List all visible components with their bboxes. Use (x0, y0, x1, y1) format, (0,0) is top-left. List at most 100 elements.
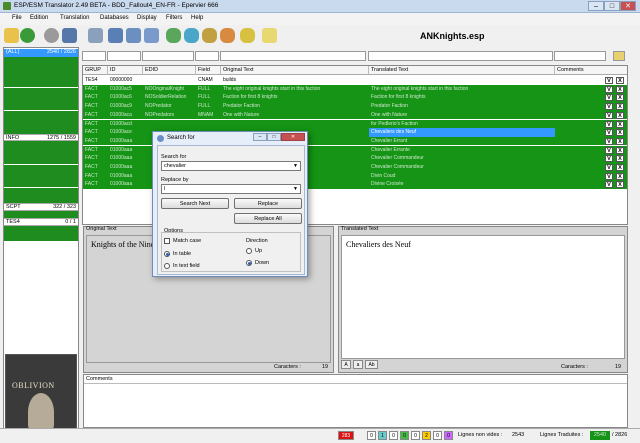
validate-button[interactable]: V (605, 111, 613, 119)
database-yellow-icon[interactable] (202, 28, 217, 43)
record-type-item[interactable]: MGEF 4 / 4 (4, 156, 78, 165)
validate-button[interactable]: V (605, 120, 613, 128)
record-type-item[interactable]: REFR 1 / 1 (4, 187, 78, 196)
search-for-input[interactable]: chevalier ▼ (161, 161, 301, 171)
filter-translated-input[interactable] (368, 51, 553, 61)
record-type-item[interactable]: AMMO 43 / 43 (4, 64, 78, 72)
in-table-radio[interactable] (164, 251, 170, 257)
lowercase-button[interactable]: a (353, 360, 363, 369)
filter-comments-input[interactable] (554, 51, 606, 61)
search-next-button[interactable]: Search Next (161, 198, 229, 209)
menu-file[interactable]: File (12, 15, 22, 21)
filter-clear-icon[interactable] (613, 51, 625, 61)
validate-button[interactable]: V (605, 77, 613, 84)
reject-button[interactable]: X (616, 85, 624, 93)
record-type-item[interactable]: CLOT 1 / 1 (4, 87, 78, 95)
match-case-checkbox[interactable] (164, 238, 170, 244)
uppercase-button[interactable]: A (341, 360, 351, 369)
menu-filters[interactable]: Filters (166, 15, 182, 21)
col-original-text[interactable]: Original Text (221, 66, 369, 75)
translated-text-area[interactable]: Chevaliers des Neuf (341, 235, 625, 359)
filter-field-input[interactable] (195, 51, 219, 61)
filter-grup-input[interactable] (82, 51, 106, 61)
validate-button[interactable]: V (605, 103, 613, 111)
in-text-field-radio[interactable] (164, 263, 170, 269)
menu-edition[interactable]: Edition (30, 15, 48, 21)
validate-button[interactable]: V (605, 146, 613, 154)
validate-button[interactable]: V (605, 137, 613, 145)
dialog-maximize-button[interactable]: □ (267, 133, 281, 141)
dialog-close-button[interactable]: ✕ (281, 133, 305, 141)
replace-button[interactable]: Replace (234, 198, 302, 209)
record-type-item[interactable]: FACT 13 / 13 (4, 126, 78, 134)
validate-button[interactable]: V (605, 181, 613, 189)
chevron-down-icon[interactable]: ▼ (293, 162, 298, 171)
reject-button[interactable]: X (616, 94, 624, 102)
replace-all-button[interactable]: Replace All (234, 213, 302, 224)
gear-icon[interactable] (44, 28, 59, 43)
record-type-item[interactable]: DOOR 9 / 9 (4, 118, 78, 126)
col-translated-text[interactable]: Translated Text (369, 66, 555, 75)
direction-down-radio[interactable] (246, 260, 252, 266)
record-type-item[interactable]: ACTI 55 / 55 (4, 56, 78, 65)
table-row[interactable]: FACT 01000ac6 NOSoldierRelation FULL Faction… (83, 93, 627, 102)
record-type-item[interactable]: NPC_ 70 / 70 (4, 172, 78, 180)
record-type-item[interactable]: CONT 17 / 17 (4, 95, 78, 103)
record-type-item[interactable]: SCPT 322 / 323 (4, 203, 78, 211)
reject-button[interactable]: X (616, 146, 624, 154)
reject-button[interactable]: X (616, 155, 624, 163)
record-type-item[interactable]: (ALL) 2540 / 2826 (4, 49, 78, 57)
reject-button[interactable]: X (616, 181, 624, 189)
forward-icon[interactable] (20, 28, 35, 43)
record-type-item[interactable]: MISC 5 / 5 (4, 164, 78, 172)
table-row[interactable]: FACT 01000ac9 NOPredator FULL Predator Facti… (83, 102, 627, 111)
filter-id-input[interactable] (107, 51, 141, 61)
record-type-item[interactable]: CREA 51 / 51 (4, 102, 78, 111)
reject-button[interactable]: X (616, 164, 624, 171)
validate-button[interactable]: V (605, 164, 613, 171)
database-orange-icon[interactable] (220, 28, 235, 43)
reject-button[interactable]: X (616, 172, 624, 180)
save-as-icon[interactable] (126, 28, 141, 43)
table-row[interactable]: TES4 00000000 CNAM builds V X (83, 76, 627, 85)
col-grup[interactable]: GRUP (83, 66, 108, 75)
col-id[interactable]: ID (108, 66, 143, 75)
validate-button[interactable]: V (605, 155, 613, 163)
reject-button[interactable]: X (616, 129, 624, 137)
minimize-button[interactable]: – (588, 1, 604, 11)
record-type-item[interactable]: QUST 245 / 245 (4, 179, 78, 188)
col-comments[interactable]: Comments (555, 66, 627, 75)
dialog-minimize-button[interactable]: – (253, 133, 267, 141)
reject-button[interactable]: X (616, 111, 624, 119)
menu-translation[interactable]: Translation (60, 15, 89, 21)
menu-databases[interactable]: Databases (100, 15, 129, 21)
record-type-item[interactable]: SPEL 37 / 37 (4, 210, 78, 219)
chevron-down-icon[interactable]: ▼ (293, 185, 298, 194)
filter-edid-input[interactable] (142, 51, 194, 61)
capitalize-button[interactable]: Ab (365, 360, 378, 369)
table-row[interactable]: FACT 01000acd for Pedlerio's Faction V X (83, 119, 627, 129)
replace-by-input[interactable]: l ▼ (161, 184, 301, 194)
record-type-item[interactable]: WRLD 2 / 2 (4, 233, 78, 242)
record-type-item[interactable]: WEAP 44 / 44 (4, 226, 78, 234)
record-type-item[interactable]: INGR 5 / 5 (4, 141, 78, 149)
maximize-button[interactable]: □ (604, 1, 620, 11)
direction-up-radio[interactable] (246, 248, 252, 254)
record-type-item[interactable]: INFO 1275 / 1559 (4, 133, 78, 142)
menu-help[interactable]: Help (191, 15, 203, 21)
validate-button[interactable]: V (605, 94, 613, 102)
open-folder-icon[interactable] (4, 28, 19, 43)
validate-button[interactable]: V (605, 172, 613, 180)
settings-icon[interactable] (62, 28, 77, 43)
database-green-icon[interactable] (166, 28, 181, 43)
col-field[interactable]: Field (196, 66, 221, 75)
database-gold-icon[interactable] (240, 28, 255, 43)
validate-button[interactable]: V (605, 129, 613, 137)
record-type-item[interactable]: TES4 0 / 1 (4, 218, 78, 226)
record-type-item[interactable]: BOOK 30 / 30 (4, 72, 78, 80)
col-edid[interactable]: EDID (143, 66, 196, 75)
export-icon[interactable] (144, 28, 159, 43)
save-icon[interactable] (108, 28, 123, 43)
reject-button[interactable]: X (616, 77, 624, 84)
record-type-item[interactable]: REGN 2 / 2 (4, 195, 78, 203)
